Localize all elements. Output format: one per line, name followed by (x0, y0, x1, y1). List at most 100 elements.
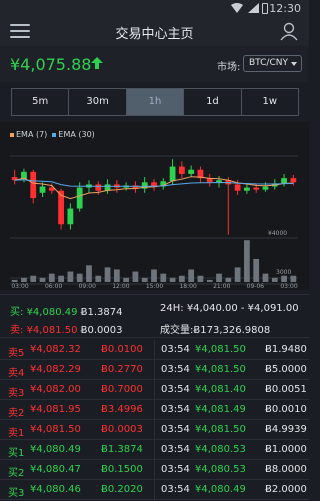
volume-bar (113, 269, 120, 282)
user-icon[interactable] (279, 21, 299, 41)
order-label: 卖1 (8, 428, 25, 439)
order-label: 买3 (8, 488, 25, 499)
volume-bar (253, 259, 260, 282)
signal-icon (248, 3, 259, 13)
order-amount: Ƀ3.4996 (101, 404, 143, 415)
order-price: ¥4,080.46 (30, 484, 81, 495)
market-summary: 买: ¥4,080.49 Ƀ1.3874 卖: ¥4,081.50 Ƀ0.000… (0, 294, 309, 338)
volume-bar (169, 277, 176, 282)
arrow-up-icon (91, 57, 103, 69)
candle-body (39, 186, 46, 193)
volume-bar (132, 271, 139, 282)
order-label: 买2 (8, 468, 25, 479)
order-row[interactable]: 买1 ¥4,080.49 Ƀ1.3874 03:54 ¥4,080.53 Ƀ1.0000 (0, 440, 309, 460)
summary-buy-label: 买: (10, 307, 24, 318)
order-amount: Ƀ1.3874 (101, 444, 143, 455)
trade-price: ¥4,080.49 (195, 484, 246, 495)
candle-body (281, 178, 287, 184)
order-row[interactable]: 卖5 ¥4,082.32 Ƀ0.0100 03:54 ¥4,081.50 Ƀ1.9480 (0, 340, 309, 360)
volume-bar (141, 277, 148, 282)
page-title: 交易中心主页 (115, 27, 194, 42)
candle-body (95, 184, 102, 191)
status-bar: 12:30 (0, 0, 309, 16)
volume-bar (67, 271, 74, 282)
x-tick-label: 06:00 (45, 283, 62, 290)
summary-buy: 买: ¥4,080.49 Ƀ1.3874 (10, 303, 123, 318)
trade-amount: Ƀ1.9480 (265, 344, 307, 355)
order-row[interactable]: 卖1 ¥4,081.50 Ƀ0.0003 03:54 ¥4,081.50 Ƀ4.9939 (0, 420, 309, 440)
range-label: 24H: (160, 303, 184, 314)
volume-bar (244, 240, 250, 282)
summary-buy-amount: Ƀ1.3874 (80, 307, 123, 318)
order-label: 卖2 (8, 408, 25, 419)
order-row[interactable]: 卖2 ¥4,081.95 Ƀ3.4996 03:54 ¥4,081.49 Ƀ0.0010 (0, 400, 309, 420)
order-amount: Ƀ0.2770 (101, 364, 143, 375)
order-label: 卖3 (8, 388, 25, 399)
trade-time: 03:54 (161, 444, 190, 455)
tab-1w[interactable]: 1w (242, 89, 298, 115)
x-tick-label: 09-06 (247, 283, 265, 290)
trade-price: ¥4,080.53 (195, 444, 246, 455)
trade-price: ¥4,081.40 (195, 384, 246, 395)
volume-bar (11, 279, 18, 282)
volume-bar (86, 265, 92, 282)
app-bar: 交易中心主页 (0, 16, 309, 46)
price-chart[interactable]: EMA (7) EMA (30) ¥4000 3000 03:00 06:00 09:0… (0, 122, 309, 290)
order-amount: Ƀ0.1500 (101, 464, 143, 475)
summary-sell-label: 卖: (10, 325, 24, 336)
trade-time: 03:54 (161, 344, 190, 355)
x-tick-label: 03:00 (11, 283, 28, 290)
order-price: ¥4,080.49 (30, 444, 81, 455)
candle-body (67, 208, 74, 225)
market-label: 市场: (217, 62, 241, 73)
candle-body (188, 169, 195, 174)
volume-value: Ƀ173,326.9808 (193, 325, 271, 336)
order-price: ¥4,082.29 (30, 364, 81, 375)
summary-sell-amount: Ƀ0.0003 (80, 325, 123, 336)
order-price: ¥4,082.32 (30, 344, 81, 355)
trade-time: 03:54 (161, 404, 190, 415)
volume-bar (225, 277, 232, 282)
order-label: 买1 (8, 448, 25, 459)
volume-bar (234, 267, 241, 282)
summary-volume: 成交量:Ƀ173,326.9808 (160, 321, 270, 336)
x-tick-label: 03:00 (280, 283, 297, 290)
summary-sell: 卖: ¥4,081.50 Ƀ0.0003 (10, 321, 123, 336)
tab-30m[interactable]: 30m (69, 89, 127, 115)
order-amount: Ƀ0.0100 (101, 344, 143, 355)
x-tick-label: 12:00 (112, 283, 129, 290)
volume-bar (123, 277, 130, 282)
chevron-down-icon (291, 62, 297, 66)
trade-time: 03:54 (161, 464, 190, 475)
trade-amount: Ƀ0.0010 (265, 404, 307, 415)
tab-1d[interactable]: 1d (184, 89, 242, 115)
volume-bar (216, 273, 222, 282)
volume-bar (39, 277, 46, 282)
range-value: ¥4,040.00 - ¥4,091.00 (186, 303, 299, 314)
volume-bar (104, 267, 111, 282)
order-label: 卖5 (8, 348, 25, 359)
interval-tabs: 5m 30m 1h 1d 1w (11, 88, 299, 116)
volume-bar (262, 273, 269, 282)
market-value: BTC/CNY (249, 58, 288, 68)
volume-bar (21, 277, 27, 282)
status-time: 12:30 (269, 2, 301, 15)
trade-price: ¥4,081.50 (195, 364, 246, 375)
volume-bar (30, 275, 37, 282)
order-row[interactable]: 卖4 ¥4,082.29 Ƀ0.2770 03:54 ¥4,081.50 Ƀ5.0000 (0, 360, 309, 380)
summary-buy-price: ¥4,080.49 (26, 307, 78, 318)
market-select[interactable]: BTC/CNY (243, 55, 302, 72)
order-row[interactable]: 卖3 ¥4,082.00 Ƀ0.7000 03:54 ¥4,081.40 Ƀ0.0051 (0, 380, 309, 400)
tab-1h[interactable]: 1h (126, 89, 185, 115)
candle-body (234, 184, 241, 191)
order-label: 卖4 (8, 368, 25, 379)
order-book: 卖5 ¥4,082.32 Ƀ0.0100 03:54 ¥4,081.50 Ƀ1.9480 卖… (0, 340, 309, 501)
order-row[interactable]: 买3 ¥4,080.46 Ƀ0.2020 03:54 ¥4,080.49 Ƀ2.0000 (0, 480, 309, 500)
candle-body (30, 171, 37, 199)
tab-5m[interactable]: 5m (12, 89, 70, 115)
x-tick-label: 18:00 (179, 283, 196, 290)
trade-price: ¥4,080.53 (195, 464, 246, 475)
volume-bar (271, 277, 278, 282)
order-amount: Ƀ0.2020 (101, 484, 143, 495)
order-row[interactable]: 买2 ¥4,080.47 Ƀ0.1500 03:54 ¥4,080.53 Ƀ8.0000 (0, 460, 309, 480)
